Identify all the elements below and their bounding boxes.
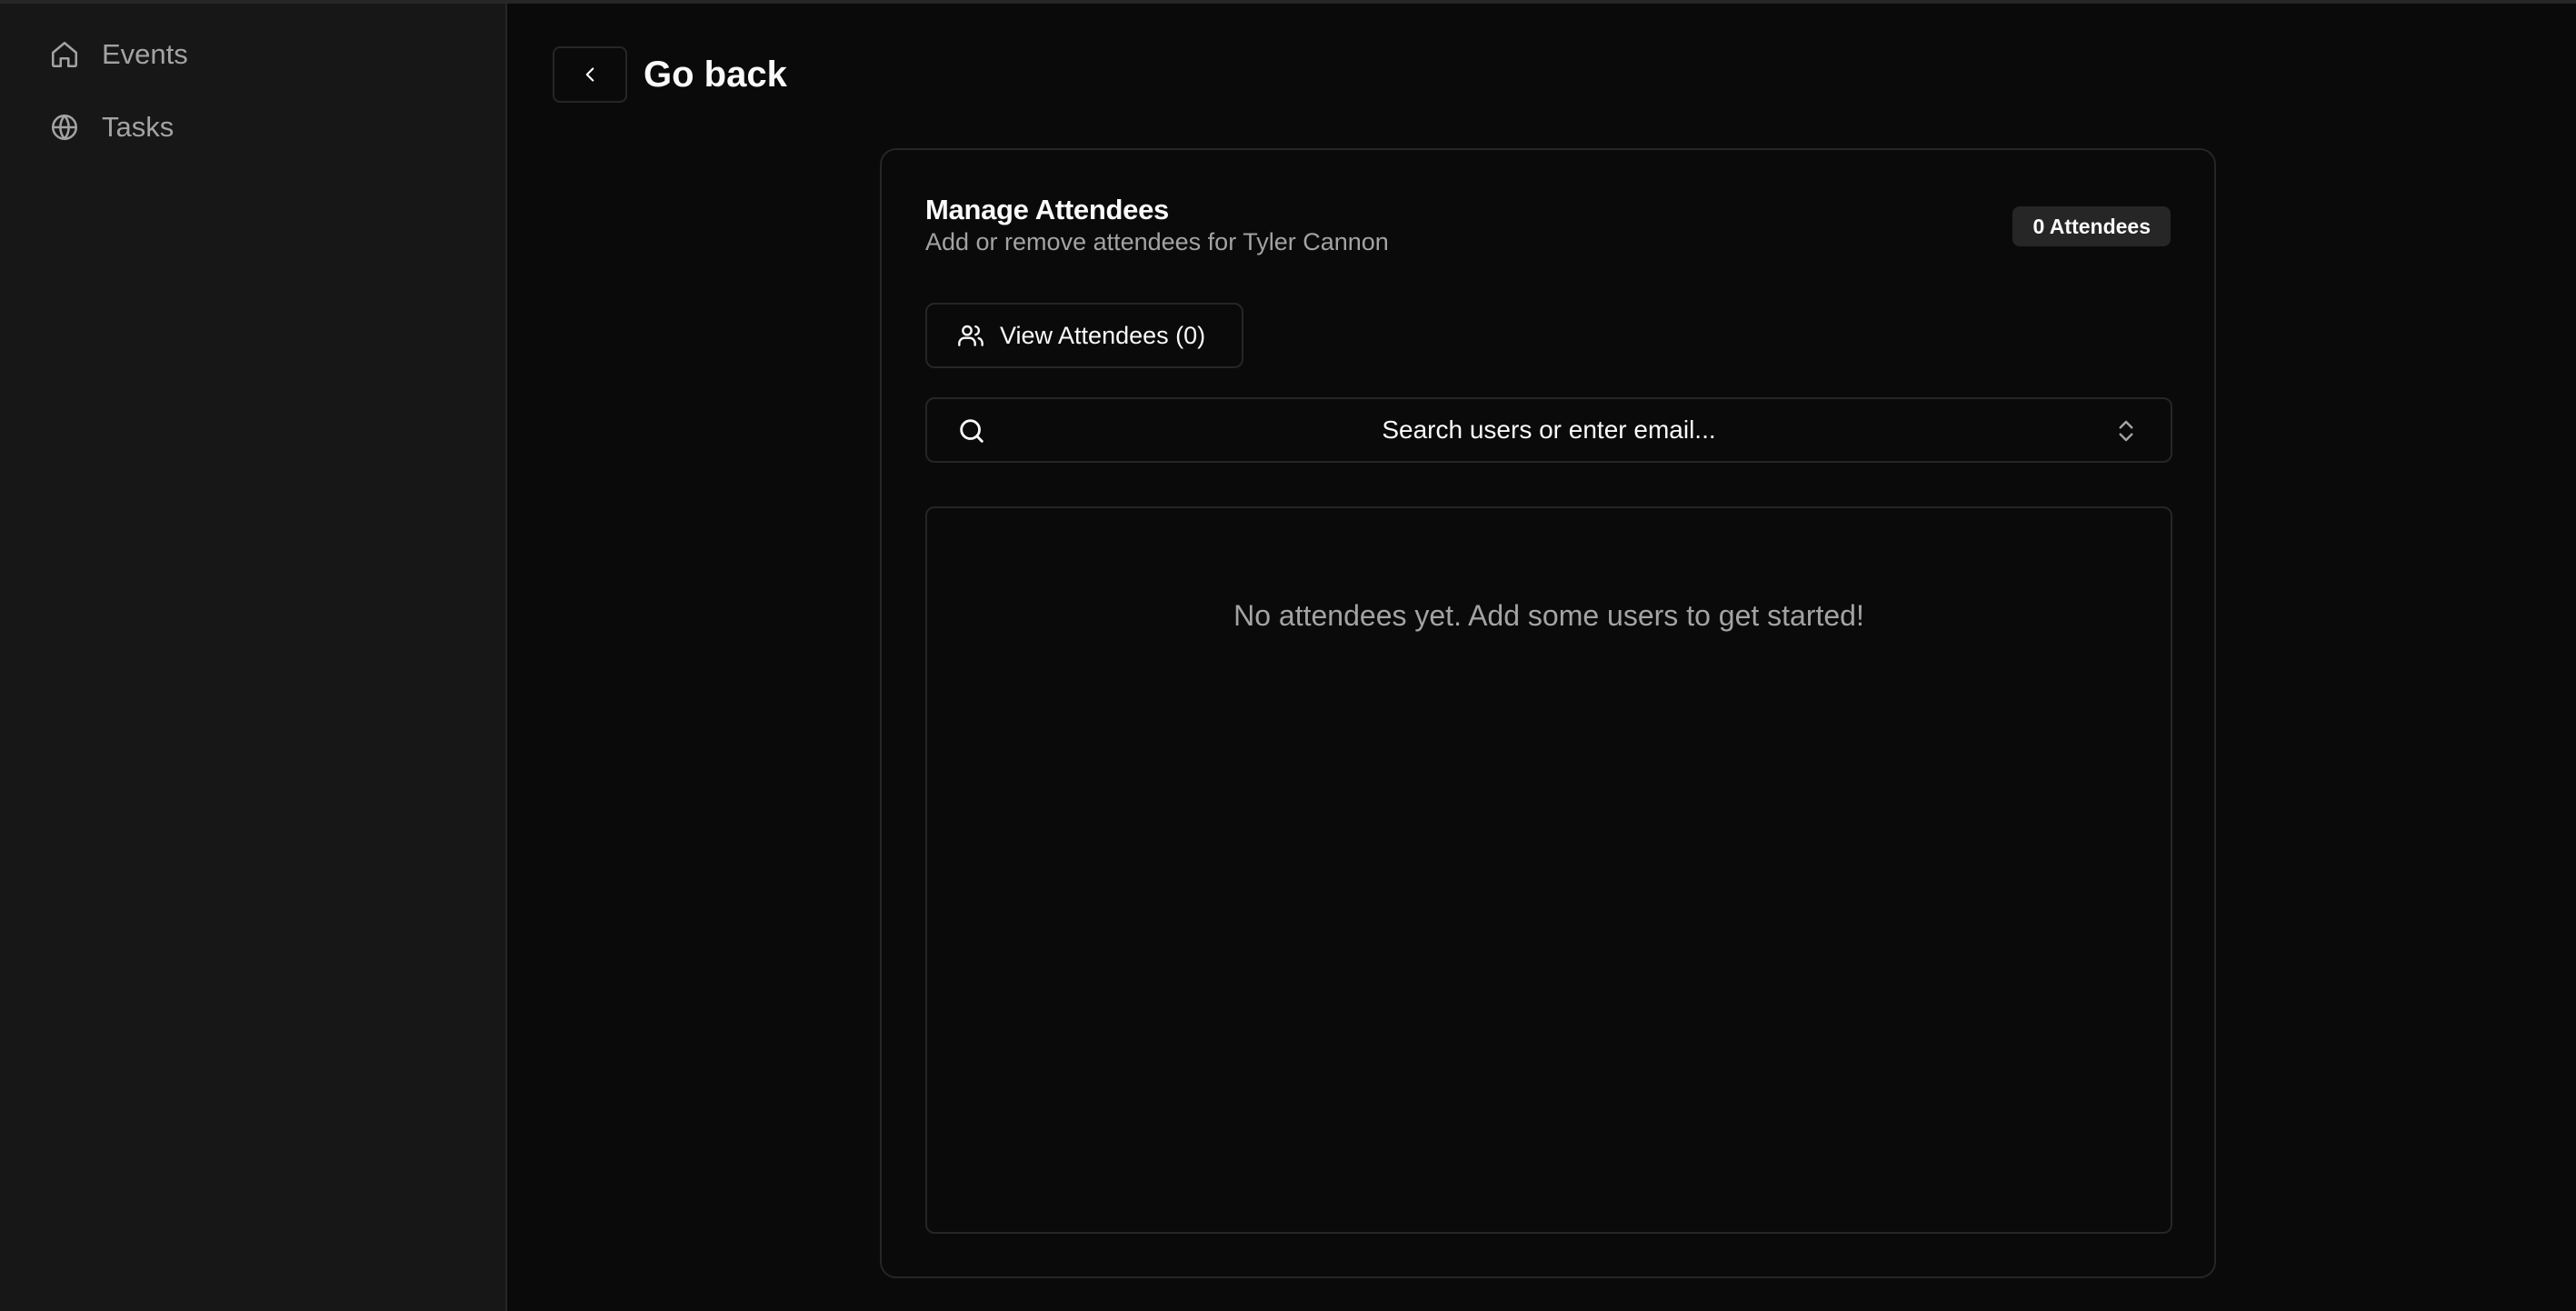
globe-icon [51, 114, 78, 141]
page-title: Go back [644, 55, 787, 95]
view-attendees-button[interactable]: View Attendees (0) [925, 303, 1243, 368]
user-search-combobox[interactable]: Search users or enter email... [925, 397, 2172, 463]
sidebar: Events Tasks [0, 4, 507, 1311]
empty-state-message: No attendees yet. Add some users to get … [1233, 599, 1864, 632]
sidebar-item-label: Events [102, 38, 188, 70]
view-attendees-label: View Attendees (0) [1000, 321, 1206, 349]
back-button[interactable] [553, 46, 627, 103]
card-title: Manage Attendees [925, 194, 1169, 225]
users-icon [958, 325, 983, 346]
attendees-list: No attendees yet. Add some users to get … [925, 506, 2172, 1234]
home-icon [51, 41, 78, 68]
card-subtitle: Add or remove attendees for Tyler Cannon [925, 228, 1389, 255]
attendee-count-badge: 0 Attendees [2012, 206, 2171, 246]
search-placeholder: Search users or enter email... [1382, 415, 1716, 444]
chevron-left-icon [585, 67, 594, 82]
manage-attendees-card: Manage Attendees Add or remove attendees… [880, 148, 2216, 1278]
sidebar-item-events[interactable]: Events [49, 31, 188, 78]
sidebar-item-tasks[interactable]: Tasks [49, 104, 174, 151]
sidebar-item-label: Tasks [102, 111, 175, 143]
chevrons-up-down-icon [2119, 420, 2133, 442]
